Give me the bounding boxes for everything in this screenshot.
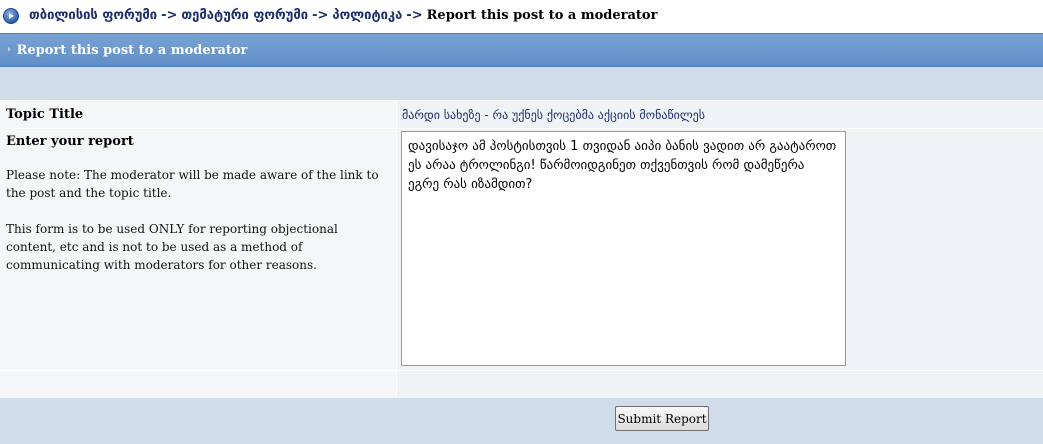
report-label: Enter your report bbox=[6, 134, 134, 149]
breadcrumb-link-thematic-forum[interactable]: თემატური ფორუმი bbox=[181, 8, 308, 23]
topic-title-label: Topic Title bbox=[6, 107, 84, 122]
report-note-usage: This form is to be used ONLY for reporti… bbox=[6, 222, 338, 272]
report-instructions-cell: Enter your report Please note: The moder… bbox=[0, 129, 397, 370]
breadcrumb-current: Report this post to a moderator bbox=[426, 8, 658, 23]
circle-arrow-icon bbox=[3, 7, 19, 24]
breadcrumb-bar: თბილისის ფორუმი -> თემატური ფორუმი -> პო… bbox=[0, 0, 1043, 31]
breadcrumb-separator: -> bbox=[406, 8, 423, 23]
spacer-cell-right bbox=[397, 371, 1043, 398]
submit-report-button[interactable]: Submit Report bbox=[615, 406, 709, 431]
header-spacer-band bbox=[0, 67, 1043, 100]
topic-title-row: Topic Title მარდი სახეზე - რა უქნეს ქოცე… bbox=[0, 101, 1043, 128]
breadcrumb-separator: -> bbox=[161, 8, 178, 23]
spacer-cell-left bbox=[0, 371, 397, 398]
small-arrow-icon: › bbox=[7, 45, 11, 55]
form-footer-band bbox=[0, 398, 1043, 444]
breadcrumb: თბილისის ფორუმი -> თემატური ფორუმი -> პო… bbox=[29, 8, 657, 23]
breadcrumb-link-politics[interactable]: პოლიტიკა bbox=[332, 8, 402, 23]
section-header: › Report this post to a moderator bbox=[0, 33, 1043, 67]
report-note-link: Please note: The moderator will be made … bbox=[6, 168, 379, 200]
report-textarea[interactable]: დავისაჯო ამ პოსტისთვის 1 თვიდან აიპი ბან… bbox=[401, 131, 846, 366]
topic-title-label-cell: Topic Title bbox=[0, 101, 397, 128]
form-spacer-row bbox=[0, 371, 1043, 398]
breadcrumb-link-forum-home[interactable]: თბილისის ფორუმი bbox=[29, 8, 157, 23]
topic-title-value-cell: მარდი სახეზე - რა უქნეს ქოცებმა აქციის მ… bbox=[397, 101, 1043, 128]
section-header-title: Report this post to a moderator bbox=[16, 42, 248, 58]
breadcrumb-separator: -> bbox=[312, 8, 329, 23]
topic-title-value: მარდი სახეზე - რა უქნეს ქოცებმა აქციის მ… bbox=[402, 107, 706, 122]
